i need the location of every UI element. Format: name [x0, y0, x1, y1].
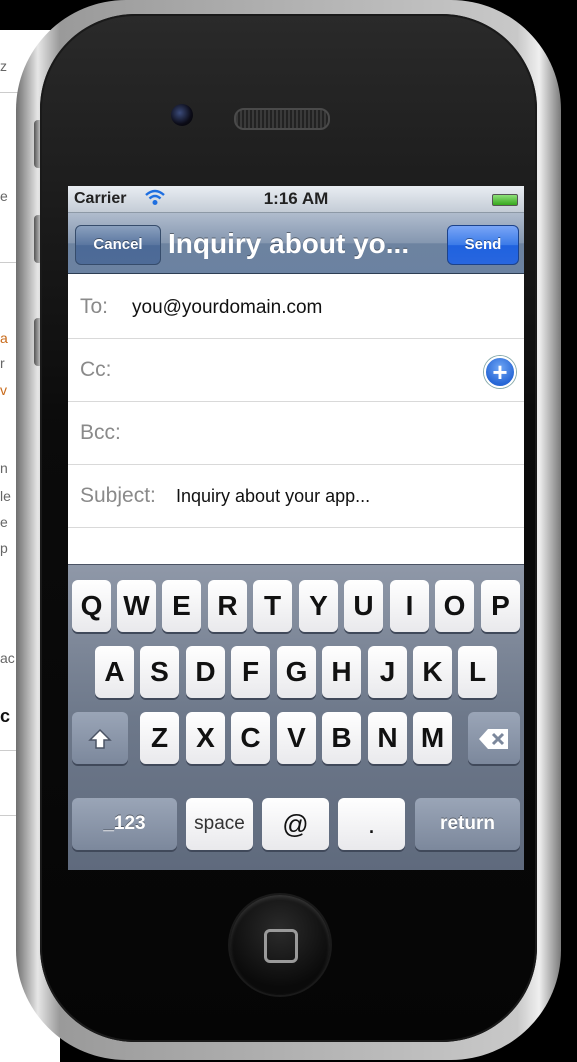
background-text: c: [0, 706, 11, 726]
key-i[interactable]: I: [390, 580, 429, 632]
background-text: e: [0, 188, 8, 204]
to-value[interactable]: you@yourdomain.com: [132, 297, 322, 319]
key-b[interactable]: B: [322, 712, 361, 764]
key-m[interactable]: M: [413, 712, 452, 764]
key-x[interactable]: X: [186, 712, 225, 764]
add-contact-icon[interactable]: +: [484, 356, 516, 388]
key-h[interactable]: H: [322, 646, 361, 698]
subject-field[interactable]: Subject: Inquiry about your app...: [68, 465, 524, 528]
front-camera-icon: [171, 104, 193, 126]
subject-label: Subject:: [80, 484, 156, 507]
status-time: 1:16 AM: [263, 189, 329, 208]
key-v[interactable]: V: [277, 712, 316, 764]
cancel-button[interactable]: Cancel: [75, 225, 161, 265]
dot-key[interactable]: .: [338, 798, 405, 850]
background-text: a: [0, 330, 8, 346]
key-d[interactable]: D: [186, 646, 225, 698]
key-l[interactable]: L: [458, 646, 497, 698]
shift-key[interactable]: [72, 712, 128, 764]
key-c[interactable]: C: [231, 712, 270, 764]
shift-icon: [88, 725, 112, 750]
key-n[interactable]: N: [368, 712, 407, 764]
key-k[interactable]: K: [413, 646, 452, 698]
bcc-field[interactable]: Bcc:: [68, 402, 524, 465]
background-text: e: [0, 514, 8, 530]
background-text: p: [0, 540, 8, 556]
cc-label: Cc:: [80, 358, 112, 381]
numbers-key[interactable]: _123: [72, 798, 177, 850]
key-u[interactable]: U: [344, 580, 383, 632]
background-text: r: [0, 355, 5, 371]
cc-field[interactable]: Cc: +: [68, 339, 524, 402]
key-t[interactable]: T: [253, 580, 292, 632]
message-body[interactable]: [68, 528, 524, 564]
phone-screen: Carrier 1:16 AM Cancel Inquiry about yo.…: [68, 186, 524, 870]
navigation-bar: Cancel Inquiry about yo... Send: [68, 213, 524, 274]
status-bar: Carrier 1:16 AM: [68, 186, 524, 213]
key-f[interactable]: F: [231, 646, 270, 698]
battery-icon: [492, 194, 518, 206]
key-a[interactable]: A: [95, 646, 134, 698]
key-e[interactable]: E: [162, 580, 201, 632]
key-r[interactable]: R: [208, 580, 247, 632]
background-text: v: [0, 382, 7, 398]
subject-value[interactable]: Inquiry about your app...: [176, 486, 370, 507]
earpiece-speaker: [234, 108, 330, 130]
background-text: ac: [0, 650, 15, 666]
backspace-icon: [478, 725, 510, 750]
to-label: To:: [80, 295, 109, 318]
keyboard: Q W E R T Y U I O P A S D F G H J K L Z …: [68, 564, 524, 870]
background-text: n: [0, 460, 8, 476]
key-j[interactable]: J: [368, 646, 407, 698]
key-z[interactable]: Z: [140, 712, 179, 764]
background-text: le: [0, 488, 11, 504]
key-g[interactable]: G: [277, 646, 316, 698]
key-q[interactable]: Q: [72, 580, 111, 632]
key-o[interactable]: O: [435, 580, 474, 632]
space-key[interactable]: space: [186, 798, 253, 850]
return-key[interactable]: return: [415, 798, 520, 850]
compose-title: Inquiry about yo...: [168, 228, 410, 259]
key-w[interactable]: W: [117, 580, 156, 632]
key-y[interactable]: Y: [299, 580, 338, 632]
bcc-label: Bcc:: [80, 421, 121, 444]
key-p[interactable]: P: [481, 580, 520, 632]
home-square-icon: [264, 929, 298, 963]
send-button[interactable]: Send: [447, 225, 519, 265]
key-s[interactable]: S: [140, 646, 179, 698]
at-key[interactable]: @: [262, 798, 329, 850]
home-button[interactable]: [230, 895, 330, 995]
to-field[interactable]: To: you@yourdomain.com: [68, 276, 524, 339]
background-text: z: [0, 58, 7, 74]
background-titlebar: [0, 0, 60, 30]
delete-key[interactable]: [468, 712, 520, 764]
